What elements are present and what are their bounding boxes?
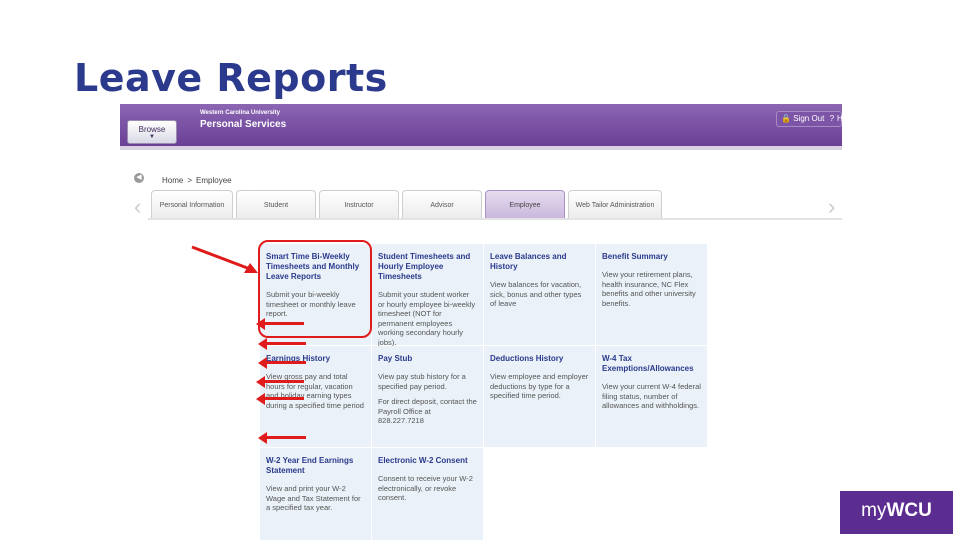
- tile-empty: [484, 448, 595, 540]
- tile-title[interactable]: Pay Stub: [378, 354, 477, 364]
- arrow-shaft: [191, 245, 251, 271]
- tab-instructor[interactable]: Instructor: [319, 190, 399, 218]
- logo-wcu: WCU: [886, 500, 932, 521]
- tile-student-timesheets[interactable]: Student Timesheets and Hourly Employee T…: [372, 244, 483, 347]
- tile-description: View gross pay and total hours for regul…: [266, 372, 364, 410]
- tile-title[interactable]: W-4 Tax Exemptions/Allowances: [602, 354, 701, 374]
- tile-description: View pay stub history for a specified pa…: [378, 372, 466, 391]
- annotation-arrow-line: [266, 436, 306, 439]
- breadcrumb: Home > Employee: [162, 176, 232, 185]
- app-header: Browse ▼ Western Carolina University Per…: [120, 104, 842, 146]
- tab-bar: Personal Information Student Instructor …: [151, 190, 662, 218]
- slide-title: Leave Reports: [74, 56, 388, 100]
- org-name: Western Carolina University: [200, 110, 280, 116]
- help-label: He: [837, 114, 842, 123]
- tab-advisor[interactable]: Advisor: [402, 190, 482, 218]
- sign-out-button[interactable]: 🔒 Sign Out ?He: [776, 111, 842, 127]
- browse-label: Browse: [138, 125, 166, 134]
- annotation-arrow-line: [264, 380, 304, 383]
- tile-description: View employee and employer deductions by…: [490, 372, 589, 400]
- tile-title[interactable]: Benefit Summary: [602, 252, 701, 262]
- tile-title[interactable]: W-2 Year End Earnings Statement: [266, 456, 365, 476]
- tile-description: View balances for vacation, sick, bonus …: [490, 280, 582, 308]
- tab-student[interactable]: Student: [236, 190, 316, 218]
- tile-electronic-w2-consent[interactable]: Electronic W-2 Consent Consent to receiv…: [372, 448, 483, 540]
- back-arrow-icon[interactable]: ◀: [134, 173, 144, 183]
- tile-description: View your retirement plans, health insur…: [602, 270, 696, 308]
- tab-divider: [148, 218, 842, 220]
- tab-scroll-left-icon[interactable]: ‹: [134, 194, 141, 220]
- sign-out-label: Sign Out: [793, 114, 825, 123]
- org-subtitle: Personal Services: [200, 119, 287, 130]
- tile-pay-stub[interactable]: Pay Stub View pay stub history for a spe…: [372, 346, 483, 447]
- tile-description: View your current W-4 federal filing sta…: [602, 382, 701, 410]
- tab-personal-information[interactable]: Personal Information: [151, 190, 233, 218]
- tile-description: View and print your W-2 Wage and Tax Sta…: [266, 484, 361, 512]
- tile-description: Consent to receive your W-2 electronical…: [378, 474, 473, 502]
- annotation-arrow-line: [266, 361, 306, 364]
- annotation-arrow-line: [266, 342, 306, 345]
- annotation-arrow-line: [264, 322, 304, 325]
- tile-empty: [596, 448, 707, 540]
- tile-w2-year-end[interactable]: W-2 Year End Earnings Statement View and…: [260, 448, 371, 540]
- tile-leave-balances[interactable]: Leave Balances and History View balances…: [484, 244, 595, 345]
- tile-title[interactable]: Leave Balances and History: [490, 252, 589, 272]
- logo-my: my: [861, 500, 887, 521]
- breadcrumb-home[interactable]: Home: [162, 176, 183, 185]
- mywcu-logo: myWCU: [840, 491, 953, 534]
- tile-description: Submit your student worker or hourly emp…: [378, 290, 476, 347]
- tile-title[interactable]: Electronic W-2 Consent: [378, 456, 477, 466]
- tab-web-tailor-administration[interactable]: Web Tailor Administration: [568, 190, 662, 218]
- tile-w4-tax[interactable]: W-4 Tax Exemptions/Allowances View your …: [596, 346, 707, 447]
- tab-scroll-right-icon[interactable]: ›: [828, 194, 835, 220]
- tile-deductions-history[interactable]: Deductions History View employee and emp…: [484, 346, 595, 447]
- help-icon[interactable]: ?: [830, 114, 834, 123]
- tile-benefit-summary[interactable]: Benefit Summary View your retirement pla…: [596, 244, 707, 345]
- chevron-down-icon: ▼: [149, 134, 155, 140]
- chevron-right-icon: >: [187, 176, 193, 185]
- tile-title[interactable]: Student Timesheets and Hourly Employee T…: [378, 252, 477, 282]
- tile-title[interactable]: Deductions History: [490, 354, 589, 364]
- browse-button[interactable]: Browse ▼: [127, 120, 177, 144]
- breadcrumb-current: Employee: [196, 176, 232, 185]
- tab-employee[interactable]: Employee: [485, 190, 565, 218]
- lock-icon: 🔒: [781, 114, 791, 123]
- tile-note: For direct deposit, contact the Payroll …: [378, 397, 477, 425]
- annotation-arrow-line: [264, 397, 304, 400]
- annotation-arrow-diagonal: [191, 245, 258, 273]
